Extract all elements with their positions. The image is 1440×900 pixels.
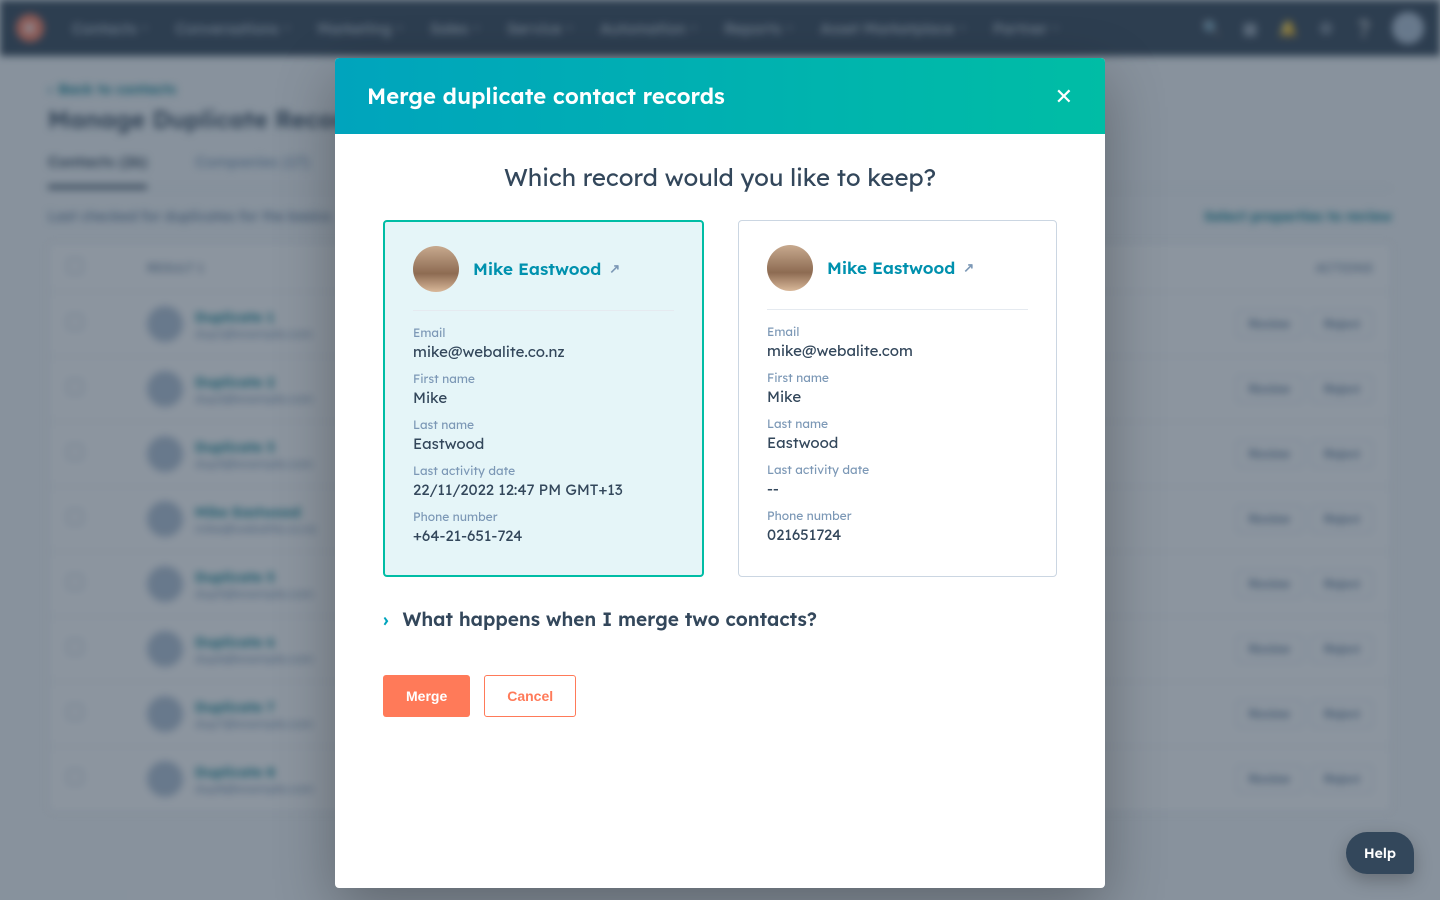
modal-title: Merge duplicate contact records [367, 82, 725, 110]
modal-question: Which record would you like to keep? [383, 162, 1057, 192]
field-label: Phone number [767, 508, 1028, 523]
field-value: -- [767, 479, 1028, 498]
help-bubble[interactable]: Help [1346, 832, 1414, 874]
record-card-1[interactable]: Mike Eastwood ↗ Email mike@webalite.co.nz… [383, 220, 704, 577]
cancel-button[interactable]: Cancel [484, 675, 576, 717]
merge-explanation-accordion[interactable]: › What happens when I merge two contacts… [383, 607, 1057, 631]
record-name-link[interactable]: Mike Eastwood ↗ [827, 258, 974, 279]
field-value: Mike [413, 388, 674, 407]
merge-modal: Merge duplicate contact records ✕ Which … [335, 58, 1105, 888]
field-value: 22/11/2022 12:47 PM GMT+13 [413, 480, 674, 499]
close-icon[interactable]: ✕ [1055, 85, 1073, 107]
merge-button[interactable]: Merge [383, 675, 470, 717]
avatar [767, 245, 813, 291]
field-label: Email [767, 324, 1028, 339]
field-value: 021651724 [767, 525, 1028, 544]
field-label: First name [767, 370, 1028, 385]
field-label: First name [413, 371, 674, 386]
field-label: Last activity date [767, 462, 1028, 477]
field-label: Last name [767, 416, 1028, 431]
modal-header: Merge duplicate contact records ✕ [335, 58, 1105, 134]
chevron-right-icon: › [383, 608, 388, 631]
field-value: Eastwood [767, 433, 1028, 452]
modal-overlay: Merge duplicate contact records ✕ Which … [0, 0, 1440, 900]
field-value: +64-21-651-724 [413, 526, 674, 545]
field-value: mike@webalite.co.nz [413, 342, 674, 361]
avatar [413, 246, 459, 292]
record-name-link[interactable]: Mike Eastwood ↗ [473, 259, 620, 280]
field-label: Last activity date [413, 463, 674, 478]
field-label: Email [413, 325, 674, 340]
field-label: Phone number [413, 509, 674, 524]
external-link-icon[interactable]: ↗ [963, 260, 974, 276]
field-value: Mike [767, 387, 1028, 406]
field-value: Eastwood [413, 434, 674, 453]
field-value: mike@webalite.com [767, 341, 1028, 360]
external-link-icon[interactable]: ↗ [609, 261, 620, 277]
field-label: Last name [413, 417, 674, 432]
record-card-2[interactable]: Mike Eastwood ↗ Email mike@webalite.com F… [738, 220, 1057, 577]
